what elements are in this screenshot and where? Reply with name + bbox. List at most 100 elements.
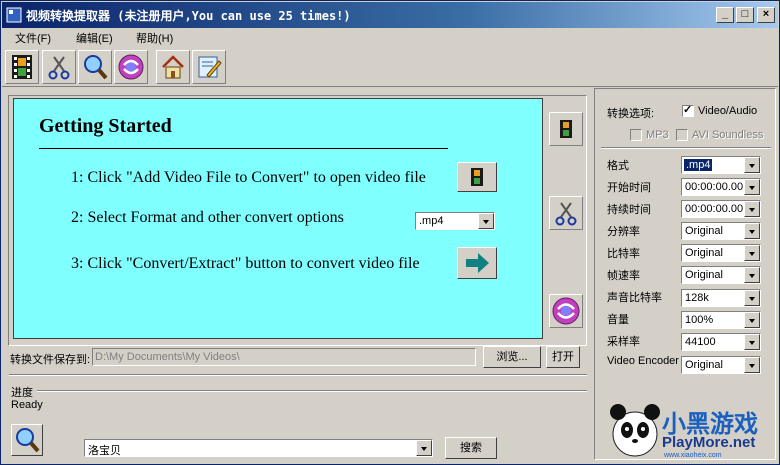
menu-edit[interactable]: 编辑(E) xyxy=(76,30,113,46)
duration-value: 00:00:00.00 xyxy=(685,203,744,215)
chevron-down-icon[interactable] xyxy=(744,157,760,173)
chevron-down-icon[interactable] xyxy=(478,213,494,229)
bitrate-select[interactable]: Original xyxy=(681,244,761,262)
volume-select[interactable]: 100% xyxy=(681,311,761,329)
resolution-value: Original xyxy=(685,225,723,237)
video-encoder-value: Original xyxy=(685,359,723,371)
convert-cd-icon xyxy=(552,297,580,325)
open-folder-button[interactable]: 打开 xyxy=(546,346,580,368)
resolution-select[interactable]: Original xyxy=(681,222,761,240)
menu-file[interactable]: 文件(F) xyxy=(15,30,51,46)
resolution-label: 分辨率 xyxy=(607,226,640,238)
home-icon xyxy=(162,55,184,79)
title-divider xyxy=(39,148,448,149)
step-format-select[interactable]: .mp4 xyxy=(415,212,495,230)
chevron-down-icon[interactable] xyxy=(416,440,432,456)
step-3-text: 3: Click "Convert/Extract" button to con… xyxy=(71,255,420,272)
side-add-video-button[interactable] xyxy=(549,112,583,146)
app-window: 视频转换提取器 (未注册用户,You can use 25 times!) _ … xyxy=(0,0,780,465)
app-icon xyxy=(6,7,22,23)
chevron-down-icon[interactable] xyxy=(744,267,760,283)
getting-started-title: Getting Started xyxy=(39,115,172,137)
start-time-field[interactable]: 00:00:00.00 xyxy=(681,178,761,196)
save-path-label: 转换文件保存到: xyxy=(10,354,91,366)
search-input[interactable]: 洛宝贝 xyxy=(84,439,433,457)
panda-icon xyxy=(610,404,660,457)
format-select[interactable]: .mp4 xyxy=(681,156,761,174)
menu-bar: 文件(F) 编辑(E) 帮助(H) xyxy=(2,28,778,46)
menu-help[interactable]: 帮助(H) xyxy=(136,30,173,46)
chevron-down-icon[interactable] xyxy=(744,357,760,373)
step-1-text: 1: Click "Add Video File to Convert" to … xyxy=(71,169,426,186)
avi-soundless-checkbox[interactable] xyxy=(676,129,688,141)
film-icon xyxy=(560,120,572,138)
search-value: 洛宝贝 xyxy=(88,445,121,457)
search-magnifier-button[interactable] xyxy=(11,424,43,456)
search-button[interactable] xyxy=(78,50,112,84)
video-audio-checkbox[interactable]: ✓ xyxy=(682,104,694,117)
start-time-value: 00:00:00.00 xyxy=(685,181,744,193)
start-time-label: 开始时间 xyxy=(607,182,651,194)
add-video-button[interactable] xyxy=(5,50,39,84)
options-separator xyxy=(601,147,771,149)
toolbar xyxy=(2,47,778,87)
save-path-input[interactable]: D:\My Documents\My Videos\ xyxy=(92,348,476,366)
format-value: .mp4 xyxy=(684,159,713,171)
chevron-down-icon[interactable] xyxy=(744,334,760,350)
sample-rate-select[interactable]: 44100 xyxy=(681,333,761,351)
watermark-logo: 小黑游戏 PlayMore.net www.xiaoheix.com xyxy=(598,394,774,460)
sample-rate-value: 44100 xyxy=(685,336,716,348)
side-convert-button[interactable] xyxy=(549,294,583,328)
home-button[interactable] xyxy=(156,50,190,84)
watermark-url: www.xiaoheix.com xyxy=(664,452,722,459)
framerate-select[interactable]: Original xyxy=(681,266,761,284)
cut-button[interactable] xyxy=(42,50,76,84)
step-2-text: 2: Select Format and other convert optio… xyxy=(71,209,344,226)
maximize-button[interactable]: □ xyxy=(736,7,754,23)
step-add-video-button[interactable] xyxy=(457,162,497,192)
progress-status: Ready xyxy=(11,399,43,411)
bitrate-label: 比特率 xyxy=(607,248,640,260)
options-label: 转换选项: xyxy=(607,108,655,120)
convert-cd-icon xyxy=(118,54,144,80)
edit-button[interactable] xyxy=(192,50,226,84)
scissors-icon xyxy=(48,56,70,80)
audio-bitrate-value: 128k xyxy=(685,292,709,304)
browse-button[interactable]: 浏览... xyxy=(483,346,541,368)
chevron-down-icon[interactable] xyxy=(744,312,760,328)
mp3-label: MP3 xyxy=(646,129,669,141)
edit-icon xyxy=(198,56,222,78)
chevron-down-icon[interactable] xyxy=(744,245,760,261)
video-audio-label: Video/Audio xyxy=(698,105,758,117)
bitrate-value: Original xyxy=(685,247,723,259)
duration-field[interactable]: 00:00:00.00 xyxy=(681,200,761,218)
chevron-down-icon[interactable] xyxy=(744,290,760,306)
volume-value: 100% xyxy=(685,314,714,326)
step-convert-button[interactable] xyxy=(457,247,497,279)
minimize-button[interactable]: _ xyxy=(716,7,734,23)
audio-bitrate-label: 声音比特率 xyxy=(607,292,662,304)
audio-bitrate-select[interactable]: 128k xyxy=(681,289,761,307)
video-encoder-select[interactable]: Original xyxy=(681,356,761,374)
chevron-down-icon[interactable] xyxy=(744,201,760,217)
progress-label: 进度 xyxy=(11,387,33,399)
title-bar[interactable]: 视频转换提取器 (未注册用户,You can use 25 times!) _ … xyxy=(2,2,778,28)
chevron-down-icon[interactable] xyxy=(744,179,760,195)
arrow-right-icon xyxy=(466,253,489,273)
film-icon xyxy=(12,55,32,79)
search-submit-button[interactable]: 搜索 xyxy=(445,437,497,459)
volume-label: 音量 xyxy=(607,314,629,326)
side-cut-button[interactable] xyxy=(549,196,583,230)
mp3-checkbox[interactable] xyxy=(630,129,642,141)
film-icon xyxy=(471,168,483,186)
close-button[interactable]: × xyxy=(757,7,775,23)
scissors-icon xyxy=(555,202,577,226)
video-encoder-label: Video Encoder xyxy=(607,355,679,367)
check-icon: ✓ xyxy=(683,104,693,116)
chevron-down-icon[interactable] xyxy=(744,223,760,239)
format-label: 格式 xyxy=(607,160,629,172)
convert-button[interactable] xyxy=(114,50,148,84)
separator xyxy=(9,374,587,376)
magnifier-icon xyxy=(84,55,108,80)
duration-label: 持续时间 xyxy=(607,204,651,216)
